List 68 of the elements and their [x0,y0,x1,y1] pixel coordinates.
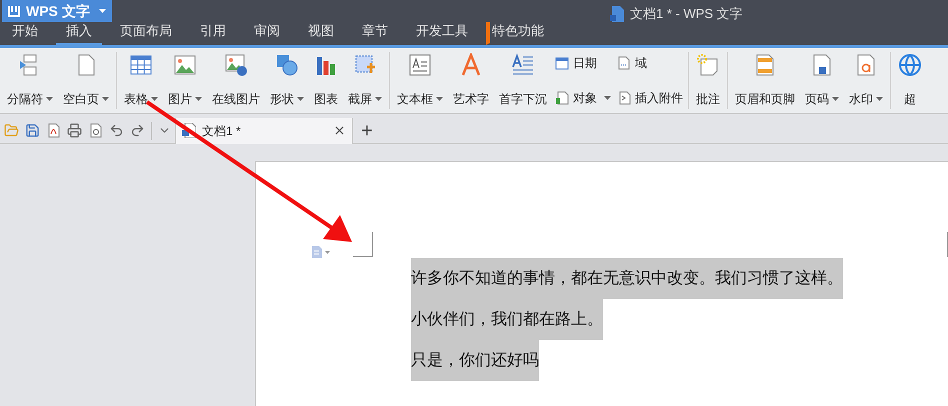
ribbon-tab[interactable]: 开发工具 [406,19,478,45]
app-menu-button[interactable]: WPS 文字 [2,0,112,22]
ribbon-button[interactable]: 页码 [801,52,843,109]
ribbon-tab[interactable]: 章节 [352,19,398,45]
ribbon-button[interactable]: 艺术字 [449,52,493,109]
caret-icon [99,9,106,13]
document-icon [610,6,624,22]
ribbon-button[interactable]: 页眉和页脚 [731,52,799,109]
drop-cap-icon [511,53,535,77]
picture-icon [173,53,197,77]
redo-icon[interactable] [130,123,145,138]
ribbon-tab[interactable]: 视图 [298,19,344,45]
text-box-icon [408,53,432,77]
object-icon [555,91,569,105]
caret-icon [832,97,839,101]
ribbon-small-button[interactable]: 对象 [553,89,613,107]
caret-icon [297,97,304,101]
globe-icon [898,53,922,77]
ribbon-small-button[interactable]: 日期 [553,54,613,72]
ribbon-button[interactable]: 批注 [692,52,724,109]
ribbon-button[interactable]: 在线图片 [208,52,264,109]
ribbon-tab[interactable]: 插入 [56,19,102,45]
ribbon-button[interactable]: 形状 [266,52,308,109]
document-tab-title: 文档1 * [202,122,241,140]
comment-icon [696,53,720,77]
margin-corner-mark [353,232,373,257]
document-tab[interactable]: 文档1 * [175,118,353,144]
new-tab-button[interactable]: + [353,118,381,144]
table-icon [129,53,153,77]
print-icon[interactable] [67,123,82,138]
ribbon-button[interactable]: 截屏 [344,52,386,109]
ribbon-tab[interactable]: 审阅 [244,19,290,45]
shapes-icon [275,53,299,77]
ribbon-button[interactable]: 表格 [120,52,162,109]
print-preview-icon[interactable] [88,123,103,138]
ribbon-button[interactable]: 图表 [310,52,342,109]
save-icon[interactable] [25,123,40,138]
ribbon-button[interactable]: 水印 [845,52,887,109]
letter-a-icon [459,53,483,77]
ribbon-tab[interactable]: 引用 [190,19,236,45]
ribbon-button[interactable]: 图片 [164,52,206,109]
ribbon-small-button[interactable]: 域 [615,54,685,72]
calendar-icon [555,56,569,70]
caret-icon [876,97,883,101]
caret-icon [195,97,202,101]
field-icon [617,56,631,70]
caret-icon [102,97,109,101]
undo-icon[interactable] [109,123,124,138]
caret-icon [46,97,53,101]
app-logo-icon [8,5,20,17]
caret-icon [436,97,443,101]
online-picture-icon [224,53,248,77]
caret-icon [151,97,158,101]
ribbon-button[interactable]: 分隔符 [3,52,57,109]
ribbon-button[interactable]: 首字下沉 [495,52,551,109]
pdf-export-icon[interactable] [46,123,61,138]
window-title: 文档1 * - WPS 文字 [630,5,743,23]
ribbon-tab[interactable]: 页面布局 [110,19,182,45]
ribbon-small-button[interactable]: 插入附件 [615,89,685,107]
paragraph-options-icon[interactable] [311,246,331,258]
close-icon[interactable] [333,124,346,137]
ribbon-tab[interactable]: 开始 [2,19,48,45]
attachment-icon [617,91,631,105]
caret-icon [375,97,382,101]
ribbon-button[interactable]: 空白页 [59,52,113,109]
ribbon-button[interactable]: 文本框 [393,52,447,109]
ribbon-button[interactable]: 超 [894,52,926,109]
caret-icon [604,96,611,100]
